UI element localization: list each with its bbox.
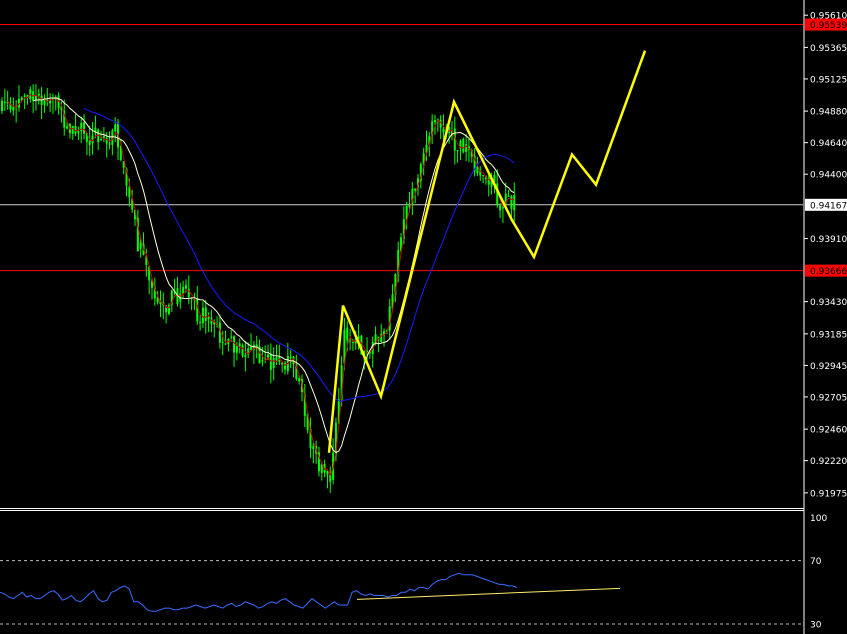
candle-body-12	[34, 95, 37, 101]
candle-body-23	[66, 126, 69, 129]
candle-body-65	[184, 285, 187, 289]
candle-body-69	[196, 298, 199, 322]
candle-body-161	[456, 150, 459, 152]
candle-body-181	[513, 195, 516, 211]
candle-body-35	[100, 139, 103, 141]
oscillator-tick-label-2: 30	[810, 621, 822, 631]
candle-body-122	[346, 327, 349, 341]
price-tick-label-3: 0.94880	[810, 108, 847, 118]
candle-body-79	[224, 343, 227, 345]
level-tag-label-2: 0.93666	[810, 267, 847, 277]
candle-body-29	[83, 122, 86, 134]
candle-body-179	[507, 195, 510, 197]
candle-body-156	[442, 128, 445, 133]
candle-body-13	[37, 93, 40, 96]
price-tick-label-1: 0.95365	[810, 44, 847, 54]
candle-body-168	[476, 166, 479, 173]
candle-body-163	[462, 138, 465, 153]
price-tick-label-12: 0.92220	[810, 457, 847, 467]
candle-body-110	[312, 446, 315, 450]
oscillator-tick-label-0: 100	[810, 514, 827, 524]
price-tick-label-9: 0.92945	[810, 362, 847, 372]
oscillator-line	[0, 572, 518, 612]
oscillator-tick-label-1: 70	[810, 557, 822, 567]
oscillator-trendline	[356, 587, 621, 600]
candle-body-95	[269, 353, 272, 371]
candle-body-70	[199, 322, 202, 324]
candle-body-146	[414, 188, 417, 191]
candle-body-97	[275, 357, 278, 361]
candle-body-86	[244, 354, 247, 357]
price-tick-label-8: 0.93185	[810, 330, 847, 340]
candle-body-85	[241, 345, 244, 356]
candle-body-92	[261, 360, 264, 362]
price-axis-ticks: 0.956100.953650.951250.948800.946400.944…	[804, 12, 847, 499]
candle-body-82	[233, 336, 236, 353]
price-tick-label-13: 0.91975	[810, 489, 847, 499]
candle-body-71	[201, 307, 204, 324]
chart-window: 0.95610 0.95365 0.95125 0.94880 0.94640 0.944…	[0, 0, 847, 634]
candle-body-49	[139, 242, 142, 249]
candle-body-40	[114, 124, 117, 132]
candle-body-25	[71, 125, 74, 134]
candle-body-28	[80, 122, 83, 132]
level-tag-label-1: 0.94167	[810, 201, 847, 211]
candle-body-170	[482, 175, 485, 177]
price-tick-label-7: 0.93430	[810, 298, 847, 308]
candle-body-96	[272, 357, 275, 369]
price-tick-label-11: 0.92460	[810, 426, 847, 436]
price-chart: 0.956100.953650.951250.948800.946400.944…	[0, 0, 847, 634]
candle-body-78	[221, 342, 224, 344]
level-tag-label-0: 0.95539	[810, 21, 847, 31]
candle-body-105	[298, 378, 301, 382]
candle-body-1	[3, 101, 6, 103]
candle-body-0	[1, 100, 3, 112]
candle-body-102	[289, 356, 292, 358]
price-tick-label-4: 0.94640	[810, 139, 847, 149]
candle-body-84	[238, 343, 241, 347]
candle-body-176	[499, 205, 502, 211]
candle-body-88	[250, 347, 253, 350]
candle-body-38	[108, 143, 111, 145]
oscillator-panel: 100 70 30	[0, 514, 827, 631]
candle-body-37	[105, 137, 108, 144]
price-tick-label-5: 0.94400	[810, 171, 847, 181]
price-tick-label-6: 0.93910	[810, 235, 847, 245]
candle-body-27	[77, 131, 80, 134]
candle-body-8	[23, 95, 26, 97]
candle-body-124	[351, 341, 354, 343]
candle-body-81	[230, 336, 233, 338]
price-tick-label-10: 0.92705	[810, 393, 847, 403]
candle-body-4	[12, 106, 15, 111]
main-panel	[0, 0, 804, 508]
price-tick-label-2: 0.95125	[810, 75, 847, 85]
candle-body-72	[204, 307, 207, 322]
candle-body-83	[235, 345, 238, 353]
candle-body-66	[187, 288, 190, 297]
candle-body-180	[510, 196, 513, 209]
candle-body-123	[349, 340, 352, 342]
candle-body-153	[433, 120, 436, 123]
